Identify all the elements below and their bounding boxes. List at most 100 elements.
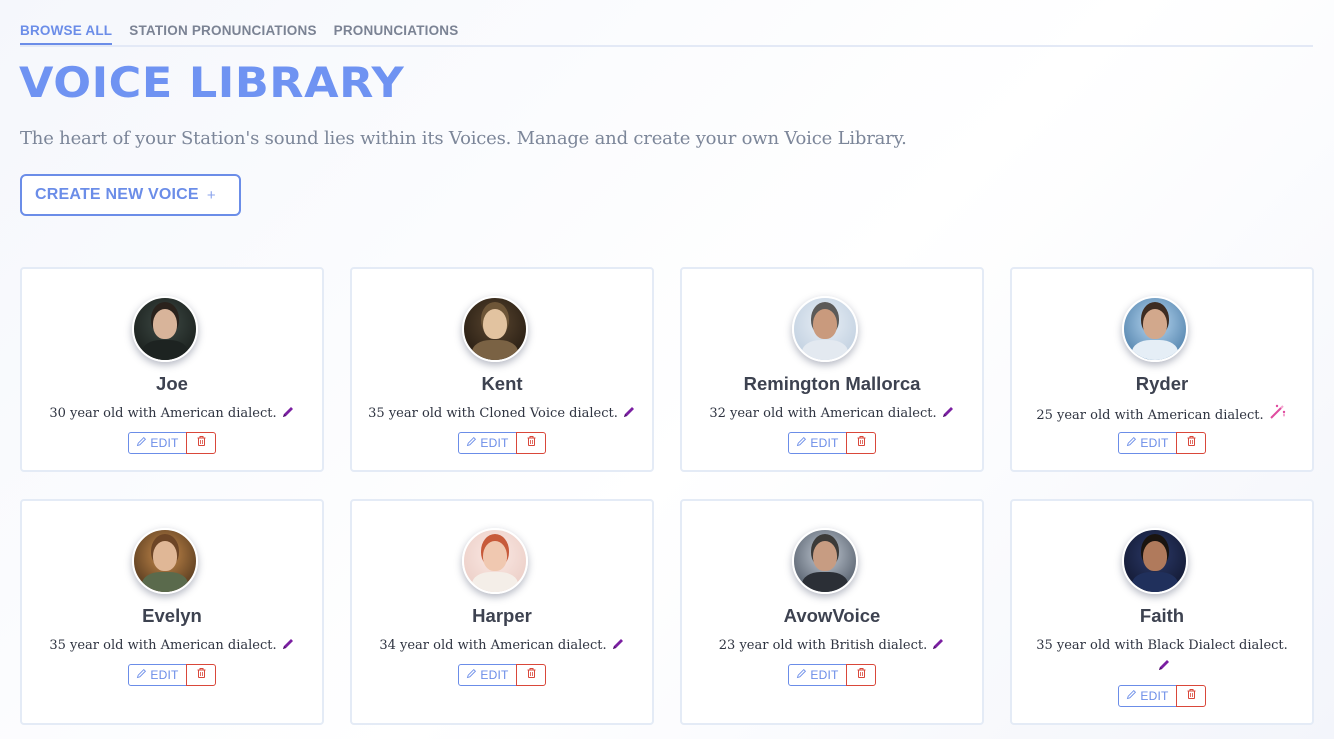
- pencil-icon[interactable]: [281, 637, 295, 658]
- page-title: VOICE LIBRARY: [19, 58, 405, 107]
- delete-voice-button[interactable]: [1176, 685, 1206, 707]
- pencil-icon[interactable]: [1157, 658, 1171, 679]
- pencil-icon[interactable]: [611, 637, 625, 658]
- voice-actions: EDIT: [128, 664, 216, 686]
- voice-actions: EDIT: [788, 664, 876, 686]
- edit-voice-button[interactable]: EDIT: [788, 664, 847, 686]
- edit-label: EDIT: [810, 436, 839, 450]
- trash-icon: [1186, 434, 1197, 452]
- voice-description: 35 year old with American dialect.: [32, 635, 312, 658]
- pencil-icon[interactable]: [931, 637, 945, 658]
- voice-description-text: 35 year old with Black Dialect dialect.: [1036, 638, 1288, 653]
- voice-card: Ryder 25 year old with American dialect.…: [1010, 267, 1314, 472]
- avatar: [1122, 528, 1188, 594]
- pencil-icon: [136, 666, 147, 684]
- edit-voice-button[interactable]: EDIT: [458, 432, 517, 454]
- voice-description: 23 year old with British dialect.: [692, 635, 972, 658]
- voice-name: Harper: [472, 605, 532, 626]
- create-new-voice-button[interactable]: CREATE NEW VOICE +: [20, 174, 241, 216]
- voice-description: 35 year old with Cloned Voice dialect.: [362, 403, 642, 426]
- trash-icon: [856, 434, 867, 452]
- voice-description: 35 year old with Black Dialect dialect.: [1022, 635, 1302, 679]
- voice-name: Evelyn: [142, 605, 202, 626]
- voice-name: AvowVoice: [783, 605, 881, 626]
- edit-label: EDIT: [150, 436, 179, 450]
- delete-voice-button[interactable]: [186, 432, 216, 454]
- pencil-icon: [1126, 434, 1137, 452]
- voice-actions: EDIT: [458, 432, 546, 454]
- trash-icon: [196, 666, 207, 684]
- edit-label: EDIT: [1140, 436, 1169, 450]
- voice-description: 34 year old with American dialect.: [362, 635, 642, 658]
- pencil-icon: [1126, 687, 1137, 705]
- voice-description-text: 34 year old with American dialect.: [379, 638, 607, 653]
- edit-voice-button[interactable]: EDIT: [788, 432, 847, 454]
- pencil-icon: [136, 434, 147, 452]
- trash-icon: [856, 666, 867, 684]
- edit-label: EDIT: [150, 668, 179, 682]
- trash-icon: [1186, 687, 1197, 705]
- avatar: [792, 528, 858, 594]
- voice-description: 30 year old with American dialect.: [32, 403, 312, 426]
- page-subtitle: The heart of your Station's sound lies w…: [20, 128, 907, 149]
- voice-description: 25 year old with American dialect.: [1022, 403, 1302, 428]
- avatar: [132, 296, 198, 362]
- edit-label: EDIT: [810, 668, 839, 682]
- edit-label: EDIT: [480, 436, 509, 450]
- voice-name: Remington Mallorca: [743, 373, 921, 394]
- voice-card: Remington Mallorca 32 year old with Amer…: [680, 267, 984, 472]
- voice-description-text: 23 year old with British dialect.: [718, 638, 928, 653]
- voice-name: Joe: [156, 373, 188, 394]
- voice-description-text: 32 year old with American dialect.: [709, 406, 937, 421]
- voice-actions: EDIT: [788, 432, 876, 454]
- nav-tabs: BROWSE ALL STATION PRONUNCIATIONS PRONUN…: [20, 20, 1313, 47]
- plus-icon: +: [206, 186, 216, 204]
- edit-label: EDIT: [480, 668, 509, 682]
- pencil-icon: [796, 666, 807, 684]
- voice-actions: EDIT: [1118, 685, 1206, 707]
- voice-card: Kent 35 year old with Cloned Voice diale…: [350, 267, 654, 472]
- voice-name: Kent: [481, 373, 523, 394]
- avatar: [1122, 296, 1188, 362]
- edit-voice-button[interactable]: EDIT: [458, 664, 517, 686]
- avatar: [462, 528, 528, 594]
- voice-name: Ryder: [1135, 373, 1189, 394]
- edit-label: EDIT: [1140, 689, 1169, 703]
- voice-description-text: 25 year old with American dialect.: [1036, 408, 1264, 423]
- tab-pronunciations[interactable]: PRONUNCIATIONS: [334, 20, 459, 45]
- edit-voice-button[interactable]: EDIT: [1118, 432, 1177, 454]
- voice-card: AvowVoice 23 year old with British diale…: [680, 499, 984, 725]
- delete-voice-button[interactable]: [846, 664, 876, 686]
- edit-voice-button[interactable]: EDIT: [128, 432, 187, 454]
- avatar: [792, 296, 858, 362]
- pencil-icon: [466, 666, 477, 684]
- magic-wand-icon[interactable]: [1268, 403, 1288, 428]
- tab-station-pronunciations[interactable]: STATION PRONUNCIATIONS: [129, 20, 316, 45]
- edit-voice-button[interactable]: EDIT: [128, 664, 187, 686]
- pencil-icon[interactable]: [622, 405, 636, 426]
- delete-voice-button[interactable]: [186, 664, 216, 686]
- delete-voice-button[interactable]: [846, 432, 876, 454]
- tab-browse-all[interactable]: BROWSE ALL: [20, 20, 113, 45]
- pencil-icon: [796, 434, 807, 452]
- trash-icon: [526, 666, 537, 684]
- voice-description-text: 35 year old with Cloned Voice dialect.: [368, 406, 618, 421]
- edit-voice-button[interactable]: EDIT: [1118, 685, 1177, 707]
- pencil-icon: [466, 434, 477, 452]
- voice-actions: EDIT: [128, 432, 216, 454]
- voice-card: Harper 34 year old with American dialect…: [350, 499, 654, 725]
- voice-card: Faith 35 year old with Black Dialect dia…: [1010, 499, 1314, 725]
- voice-description: 32 year old with American dialect.: [692, 403, 972, 426]
- create-new-voice-label: CREATE NEW VOICE: [35, 186, 199, 203]
- pencil-icon[interactable]: [941, 405, 955, 426]
- trash-icon: [526, 434, 537, 452]
- voice-card: Evelyn 35 year old with American dialect…: [20, 499, 324, 725]
- pencil-icon[interactable]: [281, 405, 295, 426]
- delete-voice-button[interactable]: [1176, 432, 1206, 454]
- voice-name: Faith: [1139, 605, 1185, 626]
- delete-voice-button[interactable]: [516, 664, 546, 686]
- delete-voice-button[interactable]: [516, 432, 546, 454]
- voice-card: Joe 30 year old with American dialect. E…: [20, 267, 324, 472]
- voice-description-text: 35 year old with American dialect.: [49, 638, 277, 653]
- trash-icon: [196, 434, 207, 452]
